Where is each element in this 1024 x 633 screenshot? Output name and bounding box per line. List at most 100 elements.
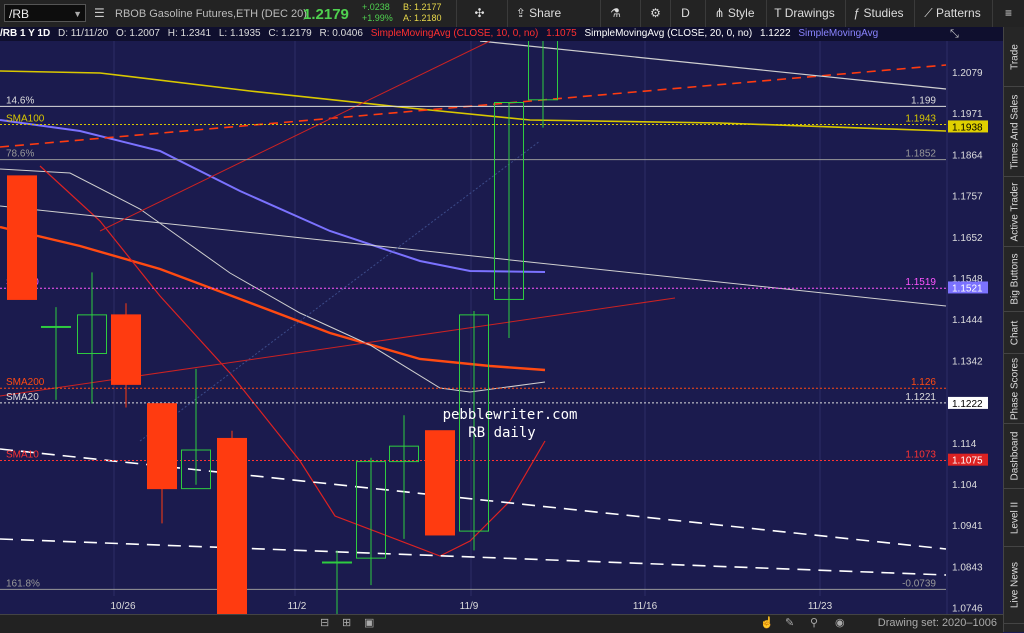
studies-button[interactable]: ƒ Studies <box>845 0 911 27</box>
zoom-fit-icon[interactable]: ▣ <box>364 616 374 629</box>
sidebar-tab-label: Live News <box>1009 561 1020 609</box>
date-tick-label: 10/26 <box>110 601 135 612</box>
sidebar-tab-active-trader[interactable]: Active Trader <box>1004 177 1024 247</box>
price-tick-label: 1.1864 <box>952 150 983 161</box>
right-sidebar: Trade Times And Sales Active Trader Big But… <box>1003 27 1024 632</box>
pan-icon[interactable]: ☝ <box>760 616 774 629</box>
last-price: 1.2179 <box>303 6 349 23</box>
bar-range: R: 0.0406 <box>319 28 363 39</box>
sidebar-tab-label: Dashboard <box>1009 431 1020 481</box>
patterns-button[interactable]: ⟋ Patterns <box>914 0 990 27</box>
studies-icon: ƒ <box>853 6 864 20</box>
menu-icon[interactable]: ☰ <box>94 6 105 20</box>
sma50-study-label[interactable]: SimpleMovingAvg <box>798 28 878 39</box>
price-tick-label: 1.1971 <box>952 109 983 120</box>
sidebar-tab-big-buttons[interactable]: Big Buttons <box>1004 247 1024 312</box>
sidebar-tab-live-news[interactable]: Live News <box>1004 547 1024 624</box>
flask-icon[interactable]: ⚗ <box>600 0 630 27</box>
candle[interactable] <box>425 430 455 536</box>
zoom-out-icon[interactable]: ⊟ <box>320 616 329 629</box>
style-button[interactable]: ⋔ Style <box>705 0 763 27</box>
level-name: SMA200 <box>6 377 45 388</box>
sidebar-tab-phase-scores[interactable]: Phase Scores <box>1004 354 1024 424</box>
price-tick-label: 1.1342 <box>952 356 983 367</box>
price-tag-value: 1.1075 <box>952 456 983 467</box>
bottom-bar: ⊟ ⊞ ▣ ☝ ✎ ⚲ ◉ Drawing set: 2020–1006 <box>0 614 1003 633</box>
date-tick-label: 11/9 <box>460 601 479 612</box>
price-tick-label: 1.2079 <box>952 68 983 79</box>
drawings-button[interactable]: T Drawings <box>766 0 842 27</box>
price-tick-label: 1.1757 <box>952 192 983 203</box>
tools-icon[interactable]: ✣ <box>456 0 502 27</box>
date-tick-label: 11/23 <box>808 601 833 612</box>
more-menu-icon[interactable]: ≡ <box>992 0 1024 27</box>
symbol-input[interactable]: /RB ▼ <box>4 4 86 22</box>
chart-id: /RB 1 Y 1D <box>0 28 51 39</box>
share-button[interactable]: ⇪ Share <box>507 0 569 27</box>
percent-change: +1.99% <box>362 13 393 23</box>
sidebar-tab-label: Big Buttons <box>1009 253 1020 305</box>
bar-close: C: 1.2179 <box>268 28 312 39</box>
bar-open: O: 1.2007 <box>116 28 160 39</box>
candle-body <box>425 430 455 536</box>
zoom-in-icon[interactable]: ⊞ <box>342 616 351 629</box>
gear-icon[interactable]: ⚙ <box>640 0 670 27</box>
sidebar-tab-dashboard[interactable]: Dashboard <box>1004 424 1024 489</box>
bar-date: D: 11/11/20 <box>58 28 109 39</box>
sidebar-tab-label: Phase Scores <box>1009 357 1020 420</box>
level-value: 1.1943 <box>905 114 936 125</box>
patterns-icon: ⟋ <box>924 6 937 20</box>
period-button[interactable]: D <box>670 0 700 27</box>
ask-price: A: 1.2180 <box>403 13 442 23</box>
level-value: -0.0739 <box>902 578 936 589</box>
sidebar-tab-chart[interactable]: Chart <box>1004 312 1024 354</box>
level-name: 78.6% <box>6 149 34 160</box>
sidebar-tab-trade[interactable]: Trade <box>1004 27 1024 87</box>
style-icon: ⋔ <box>714 6 728 20</box>
share-label: Share <box>529 6 562 20</box>
sma20-study-label[interactable]: SimpleMovingAvg (CLOSE, 20, 0, no) <box>585 28 753 39</box>
candle[interactable] <box>217 430 247 614</box>
drawings-icon: T <box>774 6 785 20</box>
level-value: 1.1073 <box>905 449 936 460</box>
sidebar-tab-label: Active Trader <box>1009 182 1020 241</box>
sma20-study-value: 1.1222 <box>759 28 791 39</box>
sidebar-tab-times-and-sales[interactable]: Times And Sales <box>1004 87 1024 177</box>
sidebar-tab-level-ii[interactable]: Level II <box>1004 489 1024 547</box>
level-value: 1.1519 <box>905 277 936 288</box>
chevron-down-icon[interactable]: ▼ <box>73 5 82 23</box>
drawing-set-label[interactable]: Drawing set: 2020–1006 <box>878 617 997 629</box>
draw-icon[interactable]: ✎ <box>785 616 794 629</box>
sidebar-tab-label: Trade <box>1009 43 1020 70</box>
candle-body <box>322 561 352 564</box>
visibility-icon[interactable]: ◉ <box>835 616 845 629</box>
candle-body <box>111 314 141 385</box>
level-name: 14.6% <box>6 95 34 106</box>
price-tick-label: 1.1444 <box>952 315 983 326</box>
candle[interactable] <box>7 175 37 300</box>
price-tick-label: 1.0843 <box>952 562 983 573</box>
lock-icon[interactable]: ⚲ <box>810 616 818 629</box>
net-change: +.0238 <box>362 2 390 12</box>
studies-label: Studies <box>863 6 904 20</box>
candle-body <box>41 325 71 328</box>
level-value: 1.126 <box>911 377 936 388</box>
study-info-bar: /RB 1 Y 1D D: 11/11/20 O: 1.2007 H: 1.23… <box>0 27 1003 41</box>
price-tick-label: 1.114 <box>952 439 977 450</box>
sidebar-tab-label: Level II <box>1009 501 1020 534</box>
level-name: 161.8% <box>6 578 40 589</box>
candle-body <box>217 437 247 614</box>
bid-price: B: 1.2177 <box>403 2 442 12</box>
expand-icon[interactable]: ⤡ <box>950 28 959 41</box>
price-tag-value: 1.1521 <box>952 283 983 294</box>
level-name: SMA10 <box>6 449 39 460</box>
sma10-study-label[interactable]: SimpleMovingAvg (CLOSE, 10, 0, no) <box>371 28 539 39</box>
level-value: 1.1221 <box>905 392 936 403</box>
level-value: 1.1852 <box>905 149 936 160</box>
top-toolbar: /RB ▼ ☰ RBOB Gasoline Futures,ETH (DEC 20… <box>0 0 1024 28</box>
sma10-study-value: 1.1075 <box>546 28 577 39</box>
price-tick-label: 1.0941 <box>952 521 983 532</box>
price-tag-value: 1.1222 <box>952 399 983 410</box>
sidebar-tab-label: Chart <box>1009 320 1020 345</box>
price-chart[interactable]: 14.6%1.199SMA1001.194378.6%1.1852SMA501.… <box>0 41 1003 614</box>
